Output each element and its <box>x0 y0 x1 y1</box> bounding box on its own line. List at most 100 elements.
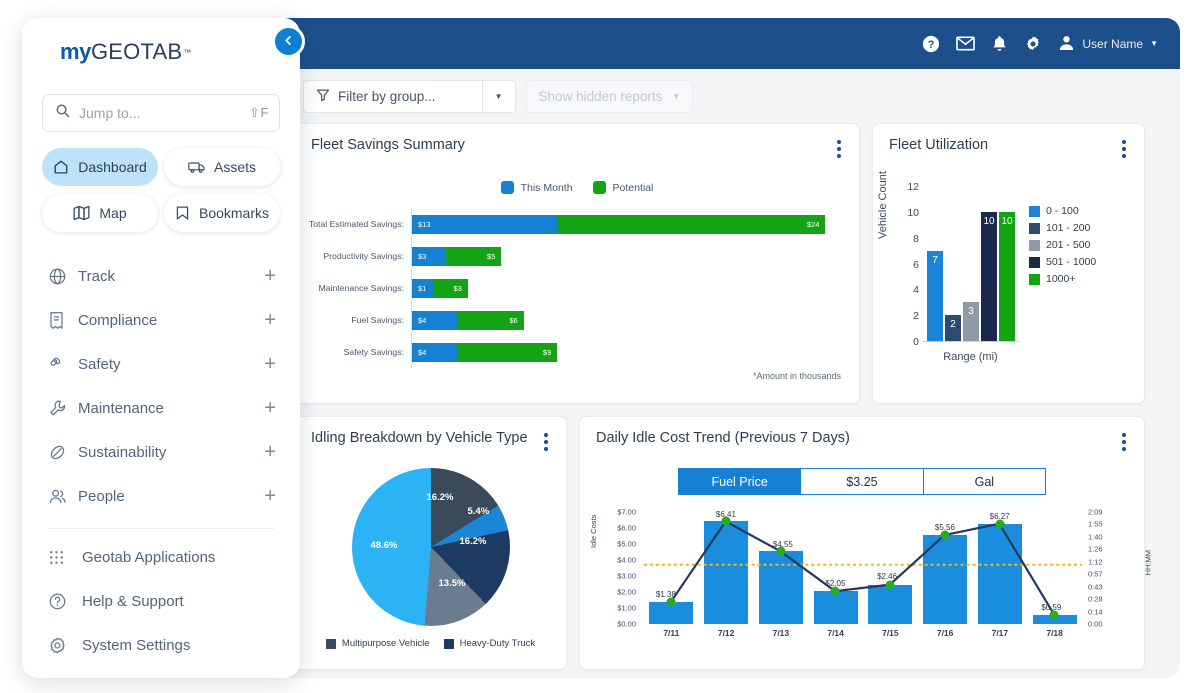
bar-row: Productivity Savings: $3 $5 <box>295 240 859 272</box>
sidebar-item-bookmarks[interactable]: Bookmarks <box>164 194 280 232</box>
sidebar-divider <box>48 528 274 529</box>
brand-tm: ™ <box>183 47 192 57</box>
trend-value-label: $4.55 <box>772 539 793 549</box>
bar-segment-this-month: $1 <box>412 278 435 298</box>
fuel-price-unit-select[interactable]: Gal <box>922 469 1045 494</box>
legend-label: Multipurpose Vehicle <box>341 638 430 649</box>
bar-0-100[interactable]: 7 <box>927 250 943 341</box>
user-menu[interactable]: User Name ▼ <box>1058 34 1158 54</box>
y-tick: 1:55 <box>1088 519 1103 529</box>
y-tick: 1:40 <box>1088 532 1103 542</box>
y-tick: $2.00 <box>617 587 636 597</box>
bell-icon[interactable] <box>991 35 1008 53</box>
user-avatar-icon <box>1058 34 1075 54</box>
grid-apps-icon <box>48 549 82 566</box>
dashboard-cards: Fleet Savings Summary This Month Potenti… <box>294 123 1166 678</box>
chart-legend: 0 - 100 101 - 200 201 - 500 501 - 1000 1… <box>1029 205 1096 285</box>
pie-label-slice-2: 16.2% <box>426 492 454 503</box>
bar-501-1000[interactable]: 10 <box>981 211 997 341</box>
x-axis-label: Range (mi) <box>943 351 998 363</box>
show-hidden-reports-button[interactable]: Show hidden reports ▼ <box>525 79 694 113</box>
filter-by-group-button[interactable]: Filter by group... <box>304 81 482 112</box>
gear-icon[interactable] <box>1024 35 1042 53</box>
sidebar-item-map[interactable]: Map <box>42 194 158 232</box>
expand-icon[interactable]: + <box>264 442 276 462</box>
y-tick: 6 <box>913 258 919 271</box>
search-placeholder: Jump to... <box>79 105 141 121</box>
trend-value-label: $5.56 <box>934 523 955 533</box>
expand-icon[interactable]: + <box>264 266 276 286</box>
page-title: Fleet Utilization <box>889 137 989 153</box>
card-menu-button[interactable] <box>1118 137 1130 161</box>
bar-101-200[interactable]: 2 <box>945 315 961 341</box>
trend-value-label: $6.27 <box>989 511 1010 521</box>
card-menu-button[interactable] <box>833 137 845 161</box>
sidebar-item-people[interactable]: People + <box>42 474 280 518</box>
utilization-plot: 7 2 3 10 10 <box>923 187 1018 342</box>
document-icon <box>48 311 78 330</box>
sidebar-item-geotab-applications[interactable]: Geotab Applications <box>42 535 280 579</box>
brand-my: my <box>60 39 91 64</box>
card-menu-button[interactable] <box>540 430 552 454</box>
search-input[interactable]: Jump to... ⇧F <box>42 94 280 132</box>
legend-label: 1000+ <box>1046 273 1076 285</box>
filter-by-group-control[interactable]: Filter by group... ▼ <box>303 79 516 113</box>
mail-icon[interactable] <box>956 36 976 51</box>
y-tick: $6.00 <box>617 523 636 533</box>
expand-icon[interactable]: + <box>264 310 276 330</box>
legend-item: 501 - 1000 <box>1029 256 1096 268</box>
sidebar-item-assets[interactable]: Assets <box>164 148 280 186</box>
pie-label-slice-3: 5.4% <box>467 506 490 517</box>
y-tick: 2:09 <box>1088 507 1103 517</box>
y-tick: 0:43 <box>1088 582 1103 592</box>
bar-1000-plus[interactable]: 10 <box>999 211 1015 341</box>
trend-value-label: $0.59 <box>1041 602 1062 612</box>
expand-icon[interactable]: + <box>264 354 276 374</box>
bar-201-500[interactable]: 3 <box>963 302 979 341</box>
card-fleet-savings-summary: Fleet Savings Summary This Month Potenti… <box>294 123 860 404</box>
card-fleet-utilization: Fleet Utilization Vehicle Count 0 2 4 6 … <box>872 123 1145 404</box>
sidebar: my GEOTAB ™ Jump to... ⇧F Dashboard Assets <box>22 18 300 678</box>
legend-swatch-icon <box>1029 222 1040 234</box>
sidebar-item-help-support[interactable]: Help & Support <box>42 579 280 623</box>
sidebar-collapse-button[interactable] <box>272 25 305 58</box>
expand-icon[interactable]: + <box>264 486 276 506</box>
chart-legend: This Month Potential <box>295 181 859 194</box>
pie-chart: 48.6% 16.2% 5.4% 16.2% 13.5% <box>331 468 531 626</box>
sidebar-item-maintenance[interactable]: Maintenance + <box>42 386 280 430</box>
leaf-icon <box>48 443 78 462</box>
legend-swatch-icon <box>1029 256 1040 268</box>
filter-dropdown-toggle[interactable]: ▼ <box>481 80 515 112</box>
quick-nav-grid: Dashboard Assets Map Bookmarks <box>42 148 280 232</box>
x-tick: 7/16 <box>936 628 954 638</box>
utilization-chart: Vehicle Count 0 2 4 6 8 10 12 7 2 3 10 1… <box>873 161 1144 391</box>
bar-segment-this-month: $3 <box>412 246 446 266</box>
fuel-price-input[interactable]: $3.25 <box>800 469 923 494</box>
pie-label-slice-5: 13.5% <box>438 578 466 589</box>
legend-label: This Month <box>520 181 573 194</box>
y-tick: $1.00 <box>617 603 636 613</box>
sidebar-item-compliance[interactable]: Compliance + <box>42 298 280 342</box>
sidebar-item-dashboard[interactable]: Dashboard <box>42 148 158 186</box>
pie-label-multipurpose-light: 48.6% <box>370 540 398 551</box>
card-menu-button[interactable] <box>1118 430 1130 454</box>
help-circle-icon[interactable]: ? <box>922 35 940 53</box>
savings-bars: Total Estimated Savings: $13 $24 Product… <box>295 208 859 368</box>
x-axis-labels: 7/11 7/12 7/13 7/14 7/15 7/16 7/17 7/18 <box>644 628 1082 638</box>
sidebar-item-track[interactable]: Track + <box>42 254 280 298</box>
expand-icon[interactable]: + <box>264 398 276 418</box>
brand-logo[interactable]: my GEOTAB ™ <box>42 24 280 80</box>
x-tick: 7/17 <box>991 628 1009 638</box>
sidebar-item-system-settings[interactable]: System Settings <box>42 623 280 667</box>
sidebar-item-safety[interactable]: Safety + <box>42 342 280 386</box>
x-tick: 7/12 <box>717 628 735 638</box>
report-toolbar: Filter by group... ▼ Show hidden reports… <box>280 69 1180 123</box>
y-tick: 10 <box>907 206 919 219</box>
fuel-price-label: Fuel Price <box>679 469 801 494</box>
legend-swatch-icon <box>592 181 606 194</box>
chevron-down-icon: ▼ <box>494 91 503 101</box>
sidebar-item-sustainability[interactable]: Sustainability + <box>42 430 280 474</box>
paperclip-icon <box>48 355 78 374</box>
sidebar-item-label: People <box>78 487 125 505</box>
question-circle-icon <box>48 592 82 611</box>
